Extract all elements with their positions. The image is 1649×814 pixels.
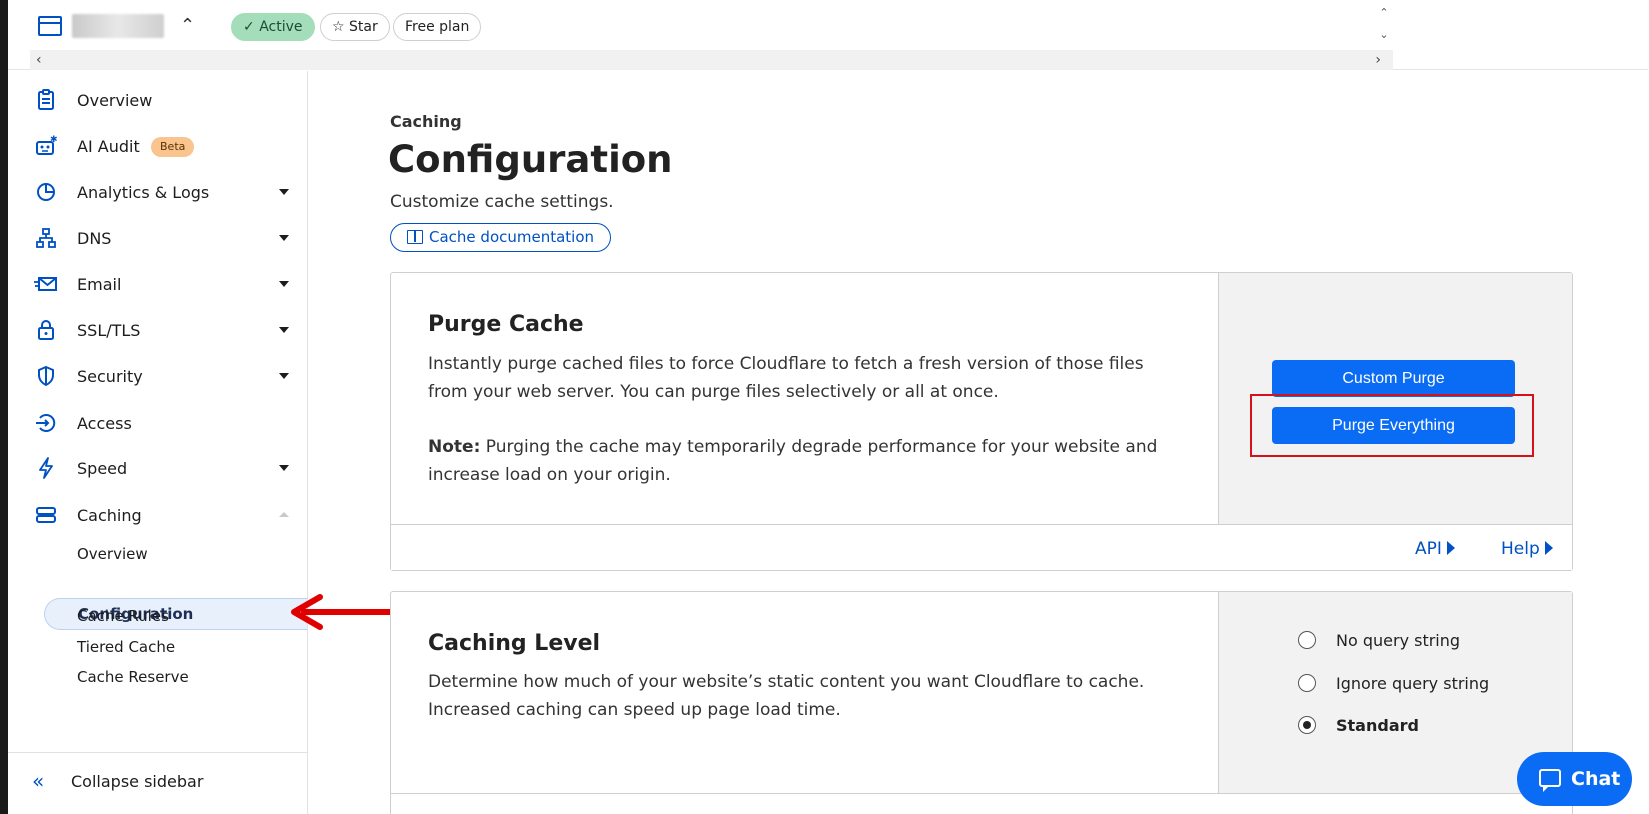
cache-documentation-button[interactable]: Cache documentation bbox=[390, 223, 612, 252]
sidebar-item-overview[interactable]: Overview bbox=[8, 81, 307, 121]
radio-button-selected[interactable] bbox=[1298, 716, 1316, 734]
collapse-sidebar-button[interactable]: « Collapse sidebar bbox=[8, 761, 307, 801]
server-stack-icon bbox=[34, 504, 58, 528]
purge-cache-description: Instantly purge cached files to force Cl… bbox=[428, 354, 1144, 402]
chevron-up-down-icon[interactable]: ⌃ bbox=[180, 14, 195, 38]
caching-level-footer bbox=[391, 793, 1572, 814]
beta-badge: Beta bbox=[151, 137, 195, 157]
sidebar-item-ai-audit[interactable]: ✱ AI Audit Beta bbox=[8, 127, 307, 167]
status-badge: ✓ Active bbox=[231, 13, 315, 41]
sidebar-subitem-overview[interactable]: Overview bbox=[77, 544, 148, 564]
purge-cache-note: Note: Purging the cache may temporarily … bbox=[428, 437, 1158, 485]
plan-badge[interactable]: Free plan bbox=[393, 13, 482, 41]
sidebar-subitem-cache-rules[interactable]: Cache Rules bbox=[77, 606, 169, 626]
chevron-up-icon[interactable] bbox=[279, 512, 289, 517]
sidebar-item-dns[interactable]: DNS bbox=[8, 219, 307, 259]
browser-window-icon bbox=[38, 16, 62, 36]
api-link[interactable]: API bbox=[1415, 538, 1455, 560]
sidebar-item-email[interactable]: Email bbox=[8, 265, 307, 305]
scroll-left-icon[interactable]: ‹ bbox=[36, 50, 42, 70]
caching-level-title: Caching Level bbox=[428, 631, 601, 656]
sidebar-subitem-tiered-cache[interactable]: Tiered Cache bbox=[77, 637, 175, 657]
annotation-highlight-box bbox=[1250, 394, 1534, 457]
background-window-edge bbox=[0, 0, 8, 814]
custom-purge-button[interactable]: Custom Purge bbox=[1272, 360, 1515, 397]
lock-icon bbox=[34, 319, 58, 343]
radio-button[interactable] bbox=[1298, 631, 1316, 649]
purge-cache-footer: API Help bbox=[391, 524, 1572, 570]
sidebar-subitem-cache-reserve[interactable]: Cache Reserve bbox=[77, 667, 189, 687]
chevron-down-icon[interactable] bbox=[279, 373, 289, 379]
purge-cache-title: Purge Cache bbox=[428, 312, 584, 337]
access-icon bbox=[34, 412, 58, 436]
shield-icon bbox=[34, 365, 58, 389]
caching-level-description: Determine how much of your website’s sta… bbox=[428, 672, 1145, 720]
sidebar-item-security[interactable]: Security bbox=[8, 357, 307, 397]
sidebar-item-speed[interactable]: Speed bbox=[8, 449, 307, 489]
double-chevron-left-icon: « bbox=[32, 769, 45, 793]
pie-chart-icon bbox=[34, 181, 58, 205]
site-name-redacted[interactable] bbox=[72, 14, 164, 38]
sidebar-divider bbox=[8, 752, 307, 753]
chevron-down-icon[interactable] bbox=[279, 235, 289, 241]
star-icon: ☆ bbox=[332, 19, 345, 35]
book-icon bbox=[407, 230, 423, 244]
vertical-scrollbar[interactable]: ⌃ ⌄ bbox=[1376, 2, 1392, 48]
top-bar: ⌃ ✓ Active ☆ Star Free plan ⌃ ⌄ ‹ › bbox=[8, 0, 1648, 70]
horizontal-scrollbar[interactable]: ‹ › bbox=[30, 50, 1393, 70]
caret-right-icon bbox=[1544, 541, 1553, 555]
page-title: Configuration bbox=[388, 138, 673, 181]
chat-bubble-icon bbox=[1539, 769, 1561, 792]
sidebar-item-caching[interactable]: Caching bbox=[8, 496, 307, 536]
envelope-icon bbox=[34, 273, 58, 297]
page-subtitle: Customize cache settings. bbox=[390, 192, 614, 212]
help-link[interactable]: Help bbox=[1501, 538, 1553, 560]
radio-button[interactable] bbox=[1298, 674, 1316, 692]
caret-right-icon bbox=[1446, 541, 1455, 555]
robot-icon: ✱ bbox=[34, 135, 58, 159]
caching-level-card: Caching Level Determine how much of your… bbox=[390, 591, 1573, 814]
sidebar-item-access[interactable]: Access bbox=[8, 404, 307, 444]
star-button[interactable]: ☆ Star bbox=[320, 13, 390, 41]
sidebar: Overview ✱ AI Audit Beta Analytics & Log… bbox=[8, 71, 308, 814]
sidebar-item-ssl-tls[interactable]: SSL/TLS bbox=[8, 311, 307, 351]
clipboard-icon bbox=[34, 89, 58, 113]
top-bar-scroll-area: ⌃ ✓ Active ☆ Star Free plan ⌃ ⌄ bbox=[8, 0, 1393, 50]
chevron-down-icon[interactable] bbox=[279, 465, 289, 471]
chevron-down-icon[interactable] bbox=[279, 189, 289, 195]
lightning-icon bbox=[34, 457, 58, 481]
scroll-right-icon[interactable]: › bbox=[1375, 50, 1381, 70]
caching-level-body: Caching Level Determine how much of your… bbox=[391, 592, 1218, 793]
breadcrumb: Caching bbox=[390, 112, 462, 131]
chat-button[interactable]: Chat bbox=[1517, 752, 1632, 806]
network-icon bbox=[34, 227, 58, 251]
svg-text:✱: ✱ bbox=[50, 135, 57, 145]
chevron-down-icon[interactable] bbox=[279, 327, 289, 333]
chevron-down-icon[interactable] bbox=[279, 281, 289, 287]
purge-cache-body: Purge Cache Instantly purge cached files… bbox=[391, 273, 1218, 524]
sidebar-item-analytics[interactable]: Analytics & Logs bbox=[8, 173, 307, 213]
